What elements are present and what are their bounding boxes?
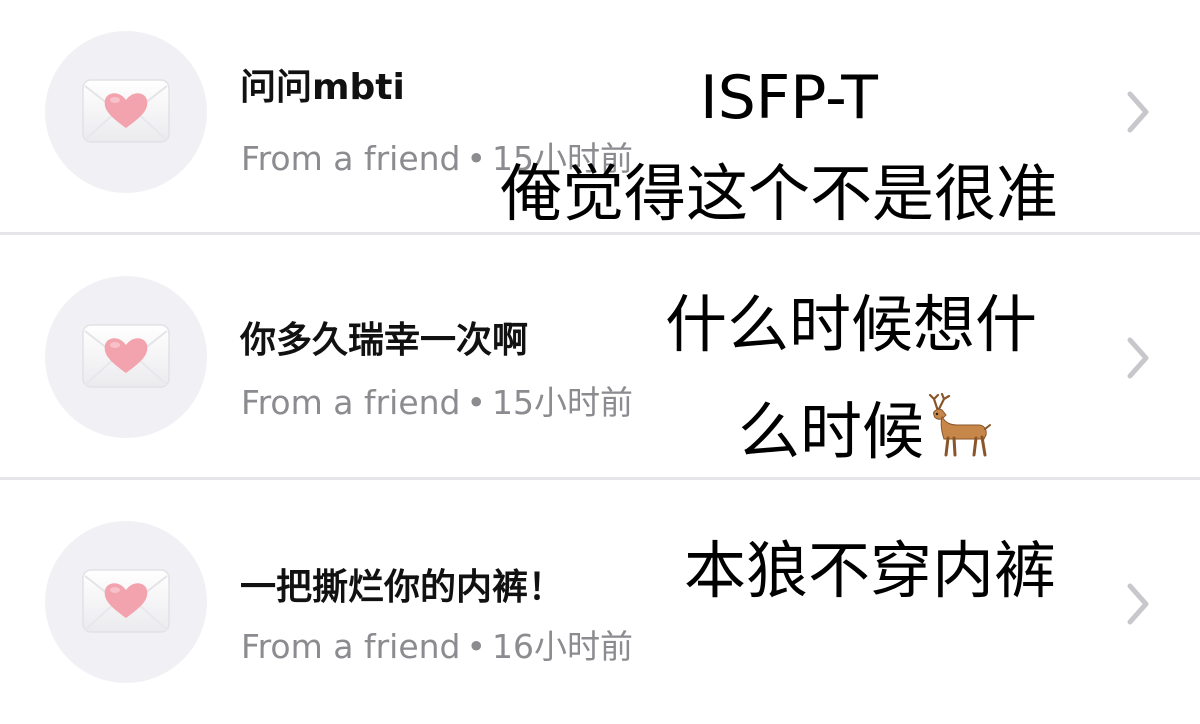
answer-line: 么时候 (738, 393, 994, 463)
answer-text: 么时候 (738, 395, 925, 468)
separator-dot: • (466, 139, 486, 178)
love-letter-icon (82, 569, 170, 633)
notification-meta: From a friend • 15小时前 (241, 376, 633, 424)
notification-title: 一把撕烂你的内裤！ (240, 567, 565, 608)
love-letter-icon (82, 79, 170, 143)
avatar (45, 276, 207, 438)
chevron-right-icon (1127, 337, 1149, 379)
answer-text: 什么时候想什 (665, 288, 1038, 361)
notification-list: 问问mbti From a friend • 15小时前 你多久瑞幸一次啊 Fr… (0, 0, 1200, 719)
timestamp: 15小时前 (491, 383, 633, 422)
chevron-right-icon (1127, 91, 1149, 133)
sender-label: From a friend (241, 627, 461, 666)
answer-text: 本狼不穿内裤 (684, 534, 1057, 607)
notification-title: 问问mbti (240, 67, 405, 108)
notification-title: 你多久瑞幸一次啊 (240, 320, 529, 361)
notification-meta: From a friend • 16小时前 (241, 620, 633, 668)
timestamp: 16小时前 (491, 627, 633, 666)
divider (0, 232, 1200, 235)
sender-label: From a friend (241, 139, 461, 178)
answer-text: ISFP-T (700, 63, 878, 133)
avatar (45, 521, 207, 683)
separator-dot: • (466, 627, 486, 666)
avatar (45, 31, 207, 193)
deer-icon (928, 393, 992, 457)
love-letter-icon (82, 324, 170, 388)
separator-dot: • (466, 383, 486, 422)
answer-text: 俺觉得这个不是很准 (500, 157, 1059, 230)
chevron-right-icon (1127, 583, 1149, 625)
sender-label: From a friend (241, 383, 461, 422)
